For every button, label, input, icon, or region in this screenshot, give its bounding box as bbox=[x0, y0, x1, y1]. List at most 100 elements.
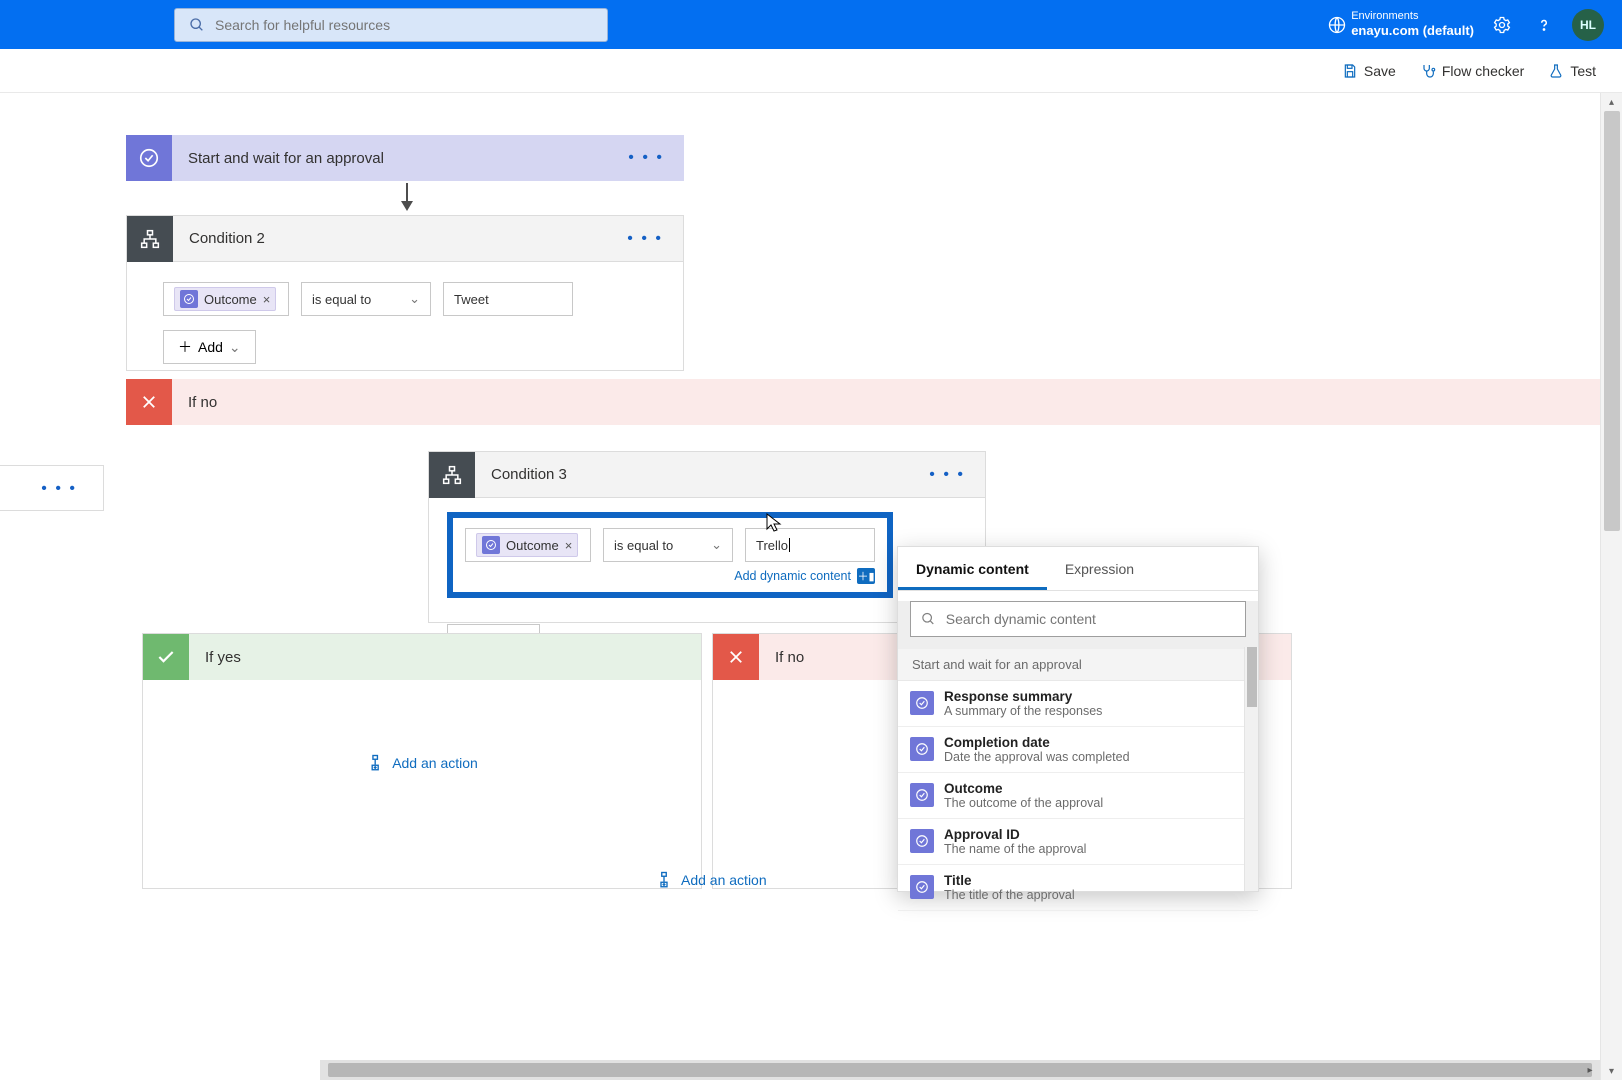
search-icon bbox=[921, 611, 936, 627]
dynamic-content-icon: ＋▮ bbox=[857, 568, 875, 584]
top-bar: Environments enayu.com (default) HL bbox=[0, 0, 1622, 49]
check-icon bbox=[143, 634, 189, 680]
scrollbar-thumb[interactable] bbox=[328, 1063, 1592, 1077]
step-more-icon[interactable]: • • • bbox=[620, 149, 672, 167]
flow-checker-label: Flow checker bbox=[1442, 63, 1524, 79]
remove-token-icon[interactable]: × bbox=[263, 292, 271, 307]
approval-icon bbox=[910, 783, 934, 807]
environment-icon[interactable] bbox=[1323, 11, 1351, 39]
global-search-input[interactable] bbox=[215, 17, 593, 33]
condition-left-value[interactable]: Outcome × bbox=[163, 282, 289, 316]
save-icon bbox=[1342, 63, 1358, 79]
scroll-down-icon[interactable]: ▾ bbox=[1601, 1062, 1622, 1080]
environment-label: Environments bbox=[1351, 10, 1474, 24]
global-search[interactable] bbox=[174, 8, 608, 42]
dynamic-content-item[interactable]: Completion dateDate the approval was com… bbox=[898, 727, 1258, 773]
dynamic-content-item[interactable]: OutcomeThe outcome of the approval bbox=[898, 773, 1258, 819]
add-dynamic-content-link[interactable]: Add dynamic content ＋▮ bbox=[734, 568, 875, 584]
operator-label: is equal to bbox=[614, 538, 673, 553]
horizontal-scrollbar[interactable]: ▸ bbox=[320, 1060, 1600, 1080]
add-action-label: Add an action bbox=[392, 755, 478, 771]
remove-token-icon[interactable]: × bbox=[565, 538, 573, 553]
popup-scrollbar[interactable] bbox=[1244, 647, 1258, 891]
item-description: Date the approval was completed bbox=[944, 750, 1130, 764]
test-button[interactable]: Test bbox=[1548, 63, 1596, 79]
approval-icon bbox=[126, 135, 172, 181]
plus-icon: ＋ bbox=[178, 337, 192, 357]
scroll-up-icon[interactable]: ▴ bbox=[1601, 93, 1622, 111]
close-icon bbox=[713, 634, 759, 680]
dynamic-content-label: Add dynamic content bbox=[734, 569, 851, 583]
dynamic-content-popup: Dynamic content Expression Start and wai… bbox=[897, 546, 1259, 892]
dynamic-content-search-input[interactable] bbox=[946, 611, 1235, 627]
branch-if-yes-inner: If yes Add an action bbox=[142, 633, 702, 889]
add-action-icon bbox=[366, 754, 384, 772]
condition-left-value[interactable]: Outcome × bbox=[465, 528, 591, 562]
token-outcome[interactable]: Outcome × bbox=[476, 533, 578, 557]
condition-operator-dropdown[interactable]: is equal to ⌄ bbox=[301, 282, 431, 316]
item-title: Completion date bbox=[944, 735, 1130, 750]
condition-operator-dropdown[interactable]: is equal to ⌄ bbox=[603, 528, 733, 562]
step-start-wait-approval[interactable]: Start and wait for an approval • • • bbox=[126, 135, 684, 181]
condition-right-value[interactable]: Trello bbox=[745, 528, 875, 562]
step-title: Start and wait for an approval bbox=[172, 150, 620, 167]
value-text: Tweet bbox=[454, 292, 489, 307]
dynamic-content-item[interactable]: TitleThe title of the approval bbox=[898, 865, 1258, 911]
environment-picker[interactable]: Environments enayu.com (default) bbox=[1351, 10, 1474, 40]
condition-icon bbox=[429, 452, 475, 498]
condition-right-value[interactable]: Tweet bbox=[443, 282, 573, 316]
flow-checker-button[interactable]: Flow checker bbox=[1420, 63, 1524, 79]
avatar[interactable]: HL bbox=[1572, 9, 1604, 41]
add-action-button[interactable]: Add an action bbox=[366, 754, 478, 772]
approval-icon bbox=[910, 829, 934, 853]
token-outcome[interactable]: Outcome × bbox=[174, 287, 276, 311]
condition-title: Condition 2 bbox=[173, 230, 619, 247]
command-bar: Save Flow checker Test bbox=[0, 49, 1622, 93]
vertical-scrollbar[interactable]: ▴ ▾ bbox=[1600, 93, 1622, 1080]
step-more-icon[interactable]: • • • bbox=[27, 480, 91, 498]
text-caret bbox=[789, 538, 790, 552]
tab-dynamic-content[interactable]: Dynamic content bbox=[898, 547, 1047, 590]
dynamic-content-group: Start and wait for an approval bbox=[898, 649, 1258, 681]
dynamic-content-search[interactable] bbox=[910, 601, 1246, 637]
item-description: The outcome of the approval bbox=[944, 796, 1103, 810]
add-label: Add bbox=[198, 339, 223, 355]
mouse-cursor-icon bbox=[766, 513, 782, 533]
help-icon[interactable] bbox=[1530, 11, 1558, 39]
item-description: The name of the approval bbox=[944, 842, 1086, 856]
add-action-label: Add an action bbox=[681, 872, 767, 888]
add-action-button[interactable]: Add an action bbox=[655, 871, 767, 889]
scrollbar-thumb[interactable] bbox=[1247, 647, 1257, 707]
approval-icon bbox=[482, 536, 500, 554]
dynamic-content-item[interactable]: Response summaryA summary of the respons… bbox=[898, 681, 1258, 727]
approval-icon bbox=[910, 691, 934, 715]
save-label: Save bbox=[1364, 63, 1396, 79]
step-more-icon[interactable]: • • • bbox=[619, 230, 671, 248]
flow-canvas[interactable]: Start and wait for an approval • • • Con… bbox=[0, 93, 1622, 1080]
item-description: The title of the approval bbox=[944, 888, 1075, 902]
scrollbar-thumb[interactable] bbox=[1604, 111, 1620, 531]
settings-icon[interactable] bbox=[1488, 11, 1516, 39]
highlighted-condition-row: Outcome × is equal to ⌄ Trello Add dynam… bbox=[447, 512, 893, 598]
step-more-icon[interactable]: • • • bbox=[921, 466, 973, 484]
branch-title: If yes bbox=[189, 649, 689, 666]
offscreen-card[interactable]: • • • bbox=[0, 465, 104, 511]
tab-expression[interactable]: Expression bbox=[1047, 547, 1152, 590]
chevron-down-icon: ⌄ bbox=[409, 291, 420, 307]
search-icon bbox=[189, 17, 205, 33]
save-button[interactable]: Save bbox=[1342, 63, 1396, 79]
item-title: Approval ID bbox=[944, 827, 1086, 842]
condition-icon bbox=[127, 216, 173, 262]
item-title: Outcome bbox=[944, 781, 1103, 796]
scroll-right-icon[interactable]: ▸ bbox=[1580, 1060, 1600, 1080]
step-condition-2[interactable]: Condition 2 • • • Outcome × is equal to … bbox=[126, 215, 684, 371]
branch-title: If no bbox=[172, 394, 1588, 411]
chevron-down-icon: ⌄ bbox=[711, 537, 722, 553]
flask-icon bbox=[1548, 63, 1564, 79]
item-description: A summary of the responses bbox=[944, 704, 1102, 718]
flow-arrow-icon bbox=[400, 183, 414, 213]
token-label: Outcome bbox=[506, 538, 559, 553]
dynamic-content-item[interactable]: Approval IDThe name of the approval bbox=[898, 819, 1258, 865]
environment-value: enayu.com (default) bbox=[1351, 23, 1474, 39]
add-condition-button[interactable]: ＋ Add ⌄ bbox=[163, 330, 256, 364]
